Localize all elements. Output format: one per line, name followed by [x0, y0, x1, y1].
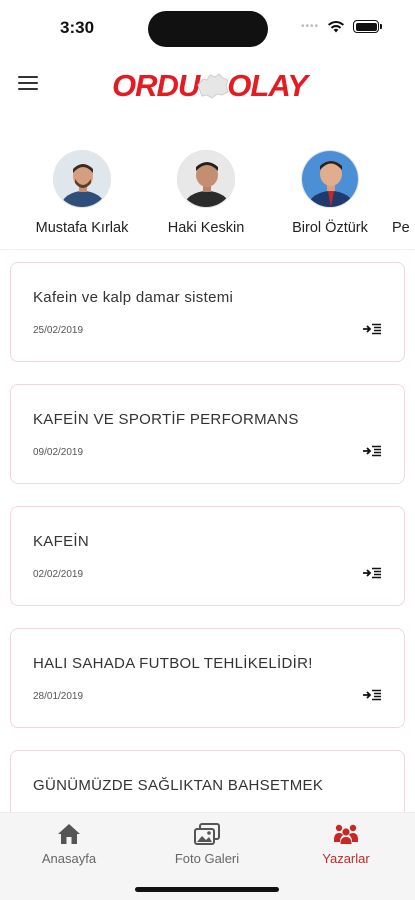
article-list: Kafein ve kalp damar sistemi 25/02/2019 …	[10, 262, 406, 872]
author-tab[interactable]: Pe	[392, 150, 415, 249]
bottom-tab-bar: Anasayfa Foto Galeri Yazarlar	[0, 812, 415, 900]
article-card[interactable]: KAFEİN 02/02/2019	[10, 506, 405, 606]
article-date: 25/02/2019	[33, 325, 84, 336]
author-name: Pe	[392, 220, 410, 236]
signal-icon: ••••	[300, 21, 319, 32]
hamburger-menu-icon[interactable]	[18, 76, 38, 92]
author-tab[interactable]: Birol Öztürk	[268, 150, 392, 249]
author-name: Mustafa Kırlak	[35, 220, 129, 236]
article-card[interactable]: KAFEİN VE SPORTİF PERFORMANS 09/02/2019	[10, 384, 405, 484]
tab-home[interactable]: Anasayfa	[9, 823, 129, 866]
home-icon	[58, 824, 80, 844]
article-title: GÜNÜMÜZDE SAĞLIKTAN BAHSETMEK	[33, 777, 324, 794]
avatar	[53, 150, 111, 208]
logo: ORDU OLAY	[112, 66, 308, 106]
article-date: 09/02/2019	[33, 447, 84, 458]
tab-photo-gallery-label: Foto Galeri	[174, 851, 240, 866]
article-date: 02/02/2019	[33, 569, 84, 580]
wifi-icon	[328, 20, 344, 33]
author-name: Haki Keskin	[167, 220, 245, 236]
read-more-icon[interactable]	[362, 567, 382, 579]
status-icons: ••••	[300, 20, 382, 33]
home-indicator	[135, 887, 279, 892]
article-title: KAFEİN VE SPORTİF PERFORMANS	[33, 411, 299, 428]
author-tab[interactable]: Mustafa Kırlak	[20, 150, 144, 249]
tab-authors[interactable]: Yazarlar	[286, 823, 406, 866]
tab-home-label: Anasayfa	[41, 851, 97, 866]
logo-left-text: ORDU	[112, 68, 200, 103]
article-card[interactable]: HALI SAHADA FUTBOL TEHLİKELİDİR! 28/01/2…	[10, 628, 405, 728]
status-bar: 3:30 ••••	[0, 0, 415, 54]
article-title: Kafein ve kalp damar sistemi	[33, 289, 234, 306]
article-title: KAFEİN	[33, 533, 89, 550]
author-tab-active[interactable]: Haki Keskin	[144, 150, 268, 249]
status-time: 3:30	[60, 18, 95, 37]
article-date: 28/01/2019	[33, 691, 84, 702]
battery-icon	[353, 20, 382, 33]
author-carousel: Mustafa Kırlak Haki Keskin Birol Öztürk …	[0, 150, 415, 250]
header: ORDU OLAY	[0, 60, 415, 112]
tab-photo-gallery[interactable]: Foto Galeri	[147, 823, 267, 866]
photo-gallery-icon	[194, 823, 220, 845]
read-more-icon[interactable]	[362, 689, 382, 701]
map-icon	[197, 73, 229, 99]
article-card[interactable]: Kafein ve kalp damar sistemi 25/02/2019	[10, 262, 405, 362]
tab-authors-label: Yazarlar	[322, 851, 370, 866]
article-title: HALI SAHADA FUTBOL TEHLİKELİDİR!	[33, 655, 313, 672]
read-more-icon[interactable]	[362, 445, 382, 457]
dynamic-island	[148, 11, 268, 47]
logo-right-text: OLAY	[227, 68, 308, 103]
people-icon	[334, 824, 358, 844]
avatar	[177, 150, 235, 208]
author-name: Birol Öztürk	[292, 220, 368, 236]
avatar	[301, 150, 359, 208]
read-more-icon[interactable]	[362, 323, 382, 335]
